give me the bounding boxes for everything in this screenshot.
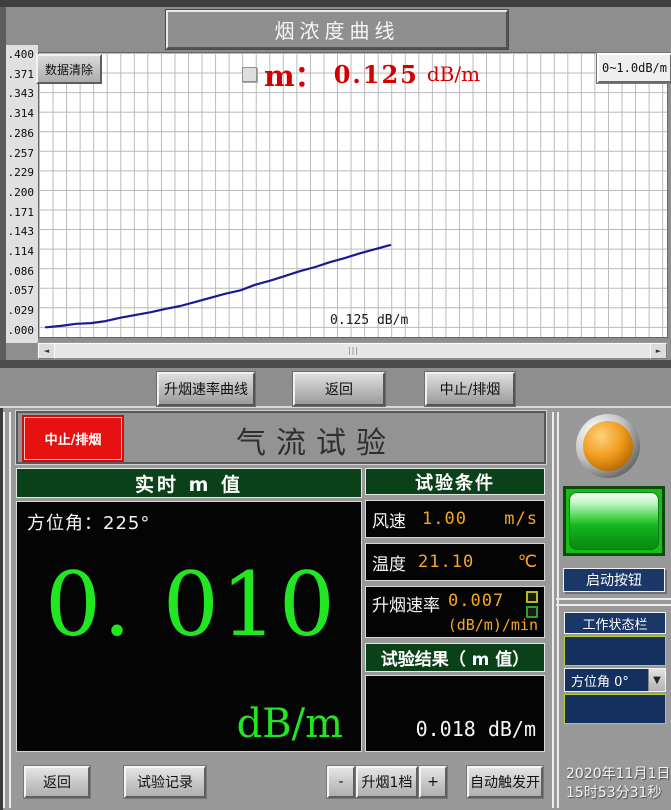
left-frame-line2 (9, 412, 11, 808)
temperature-value: 21.10 (418, 552, 474, 572)
y-tick-label: .314 (8, 108, 35, 120)
smoke-rise-rate-unit: (dB/m)/min (448, 616, 538, 634)
work-status-label: 工作状态栏 (564, 612, 666, 634)
temperature-label: 温度 (372, 550, 406, 575)
smoke-rise-rate-value: 0.007 (448, 591, 504, 611)
return-button[interactable]: 返回 (24, 766, 90, 798)
time-line: 15时53分31秒 (566, 784, 671, 803)
wind-speed-label: 风速 (372, 507, 406, 532)
m-prefix-label: m： (264, 53, 324, 95)
test-record-button[interactable]: 试验记录 (124, 766, 206, 798)
indicator-lamp (576, 414, 640, 478)
status-squares (526, 591, 538, 618)
wind-speed-row: 风速 1.00 m/s (365, 500, 545, 538)
y-tick-label: .400 (8, 49, 35, 61)
y-tick-label: .200 (8, 187, 35, 199)
m-value-readout: m： 0.125 dB/m (242, 57, 480, 91)
realtime-m-display: 方位角：225° 0. 010 dB/m (16, 501, 362, 752)
start-button-label: 启动按钮 (563, 568, 665, 592)
curve-annotation: 0.125 dB/m (330, 313, 408, 328)
date-line: 2020年11月1日 (566, 765, 671, 784)
smoke-gear-button[interactable]: 升烟1档 (356, 766, 418, 798)
smoke-rise-rate-label: 升烟速率 (372, 591, 440, 616)
window-top-edge (0, 0, 671, 7)
y-tick-label: .143 (8, 226, 35, 238)
conditions-header: 试验条件 (365, 468, 545, 495)
scroll-left-icon[interactable]: ◄ (38, 343, 55, 359)
smoke-concentration-plot (38, 52, 668, 338)
chart-title-button[interactable]: 烟浓度曲线 (166, 10, 508, 49)
m-unit-display: dB/m (237, 701, 343, 747)
temperature-unit: ℃ (518, 552, 538, 572)
y-tick-label: .029 (8, 305, 35, 317)
abort-exhaust-button[interactable]: 中止/排烟 (24, 417, 122, 460)
realtime-m-header: 实时 m 值 (16, 468, 362, 498)
right-column-divider (556, 598, 671, 606)
wind-speed-unit: m/s (504, 509, 538, 529)
left-frame-line (3, 412, 5, 808)
m-value-text: 0.125 (334, 60, 419, 89)
smoke-curve (39, 53, 667, 337)
clear-data-button[interactable]: 数据清除 (36, 54, 102, 84)
y-tick-label: .057 (8, 285, 35, 297)
temperature-row: 温度 21.10 ℃ (365, 543, 545, 581)
range-button[interactable]: 0~1.0dB/m (597, 53, 671, 83)
section-divider (0, 360, 671, 368)
y-axis-tick-labels: .400 .371 .343 .314 .286 .257 .229 .200 .171 .143… (0, 49, 36, 337)
start-button-ring (566, 489, 662, 553)
chart-horizontal-scrollbar[interactable]: ◄ ||| ► (37, 342, 668, 358)
result-header: 试验结果（ m 值） (365, 643, 545, 672)
m-unit-label: dB/m (427, 62, 480, 86)
scroll-right-icon[interactable]: ► (650, 343, 667, 359)
y-tick-label: .371 (8, 69, 35, 81)
increase-button[interactable]: + (419, 766, 447, 798)
measurement-app-window: 烟浓度曲线 .400 .371 .343 .314 .286 .257 .229 .200 .1… (0, 0, 671, 810)
column-divider-line2 (557, 412, 559, 808)
airflow-test-title: 气流试验 (136, 418, 496, 462)
y-tick-label: .171 (8, 207, 35, 219)
start-button[interactable] (563, 486, 665, 556)
y-tick-label: .343 (8, 88, 35, 100)
return-button-top[interactable]: 返回 (293, 372, 385, 406)
y-tick-label: .257 (8, 148, 35, 160)
square-indicator-yellow-icon (526, 591, 538, 603)
decrease-button[interactable]: - (327, 766, 355, 798)
auto-trigger-button[interactable]: 自动触发开 (467, 766, 543, 798)
smoke-rate-curve-button[interactable]: 升烟速率曲线 (157, 372, 255, 406)
abort-exhaust-button-top[interactable]: 中止/排烟 (425, 372, 515, 406)
y-tick-label: .229 (8, 167, 35, 179)
result-display: 0.018 dB/m (365, 675, 545, 752)
azimuth-readout: 方位角：225° (27, 509, 150, 535)
y-tick-label: .086 (8, 266, 35, 278)
azimuth-select[interactable]: 方位角 0° ▼ (564, 668, 666, 692)
start-button-face (569, 492, 659, 550)
result-value: 0.018 dB/m (416, 717, 536, 741)
wind-speed-value: 1.00 (422, 509, 467, 529)
status-box-bottom (564, 694, 666, 724)
m-marker-square-icon (242, 67, 257, 82)
scrollbar-thumb[interactable]: ||| (54, 343, 653, 359)
datetime-display: 2020年11月1日 15时53分31秒 (560, 765, 671, 803)
azimuth-select-value: 方位角 0° (565, 671, 648, 690)
smoke-rise-rate-row: 升烟速率 0.007 (dB/m)/min (365, 586, 545, 638)
y-tick-label: .286 (8, 128, 35, 140)
lamp-ball-icon (583, 421, 633, 471)
scrollbar-grip-icon: ||| (348, 347, 359, 355)
m-value-display: 0. 010 (45, 554, 337, 655)
y-tick-label: .000 (8, 325, 35, 337)
y-tick-label: .114 (8, 246, 35, 258)
status-box-top (564, 636, 666, 666)
dropdown-arrow-icon[interactable]: ▼ (648, 669, 665, 691)
column-divider-line (552, 412, 554, 808)
